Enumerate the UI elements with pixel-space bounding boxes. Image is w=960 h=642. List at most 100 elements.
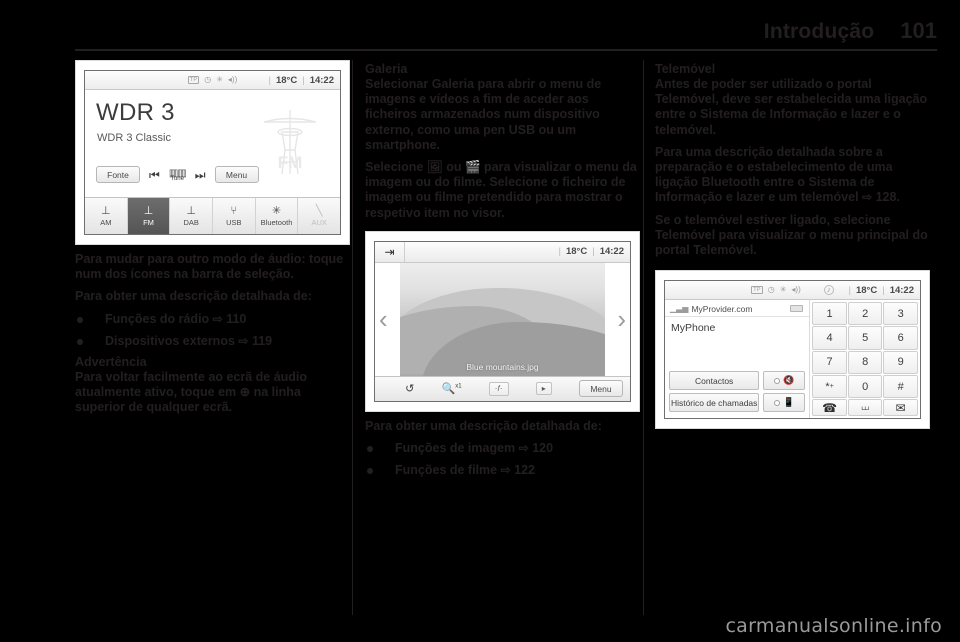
slideshow-icon[interactable]: ▸ <box>535 382 552 396</box>
bluetooth-icon: ✳ <box>271 204 282 217</box>
gallery-status-bar: ⇥ | 18°C | 14:22 <box>375 241 630 263</box>
paragraph-telemovel-bluetooth: Para uma descrição detalhada sobre a pre… <box>655 145 930 206</box>
list-item: Funções do rádio ⇨ 110 <box>75 311 350 328</box>
source-aux[interactable]: ╲ AUX <box>298 198 340 234</box>
figure-phone-screen: TP ◷ ✳ ◂)) ♪ | 18°C | 14:22 ▁▃▅ MyProvid… <box>655 270 930 430</box>
station-subtitle: WDR 3 Classic <box>97 132 171 144</box>
antenna-icon: ⊥ <box>101 204 111 217</box>
paragraph-galeria-intro: Selecionar Galeria para abrir o menu de … <box>365 77 602 152</box>
rotate-icon[interactable]: ↺ <box>405 382 414 395</box>
source-bluetooth[interactable]: ✳ Bluetooth <box>256 198 299 234</box>
radio-status-bar: TP ◷ ✳ ◂)) | 18°C | 14:22 <box>85 71 340 90</box>
call-history-button[interactable]: Histórico de chamadas <box>669 393 760 413</box>
source-usb[interactable]: ⑂ USB <box>213 198 256 234</box>
antenna-icon: ⊥ <box>186 204 196 217</box>
next-track-icon[interactable]: ⏭ <box>195 169 206 181</box>
source-button[interactable]: Fonte <box>96 166 140 183</box>
radio-main-area: WDR 3 WDR 3 Classic FM Fonte ⏮ ▥▥ Tune ⏭… <box>85 90 340 197</box>
gallery-screen: ⇥ | 18°C | 14:22 ‹ › Blue mountains.jpg … <box>375 241 630 401</box>
key-5[interactable]: 5 <box>847 326 883 350</box>
reference-page: 128. <box>875 190 900 205</box>
key-0[interactable]: 0 <box>847 374 883 399</box>
page-reference: ⇨ 120 <box>519 440 553 457</box>
reference-label: Dispositivos externos <box>105 333 235 348</box>
column-left: TP ◷ ✳ ◂)) | 18°C | 14:22 WDR 3 WDR 3 Cl… <box>75 60 350 415</box>
tune-icon[interactable]: ▥▥ Tune <box>169 168 187 182</box>
text-fragment: Para uma descrição detalhada sobre a pre… <box>655 144 893 205</box>
movie-icon: 🎬 <box>464 160 481 175</box>
page-header: Introdução 101 <box>75 18 937 44</box>
key-hash[interactable]: # <box>883 374 918 399</box>
bluetooth-icon: ✳ <box>216 75 223 84</box>
reference-label: Funções de imagem <box>395 441 516 456</box>
toggle-indicator <box>774 377 781 384</box>
handset-transfer-button[interactable]: 📱 <box>763 393 806 413</box>
header-divider <box>75 49 937 51</box>
status-separator-1: | <box>848 285 851 297</box>
provider-row: ▁▃▅ MyProvider.com <box>665 300 810 318</box>
call-button[interactable]: ☎ <box>812 399 847 417</box>
key-6[interactable]: 6 <box>883 326 918 350</box>
source-fm[interactable]: ⊥ FM <box>127 198 171 234</box>
temperature-readout: 18°C <box>275 75 298 86</box>
clock-icon: ◷ <box>204 75 212 84</box>
mute-toggle-button[interactable]: 🔇 <box>763 371 806 391</box>
displayed-image[interactable]: Blue mountains.jpg <box>400 262 605 376</box>
paragraph-detailed-desc: Para obter uma descrição detalhada de: <box>75 289 312 304</box>
menu-button[interactable]: Menu <box>214 166 259 183</box>
speaker-icon: ◂)) <box>791 285 801 295</box>
key-plus-label: + <box>829 383 834 391</box>
history-row: Histórico de chamadas 📱 <box>669 393 806 413</box>
next-image-chevron-icon[interactable]: › <box>617 306 626 332</box>
page-number: 101 <box>900 18 937 43</box>
key-star[interactable]: * + <box>812 374 847 399</box>
key-1[interactable]: 1 <box>812 302 847 326</box>
source-label: AM <box>100 217 112 227</box>
previous-image-chevron-icon[interactable]: ‹ <box>379 306 388 332</box>
home-icon: ⊕ <box>239 384 251 399</box>
reference-page: 119 <box>251 333 273 348</box>
gallery-menu-button[interactable]: Menu <box>578 380 623 398</box>
bullet-dot <box>77 338 83 345</box>
source-label: DAB <box>183 217 199 227</box>
prev-track-icon[interactable]: ⏮ <box>149 169 160 181</box>
reference-list-gallery: Funções de imagem ⇨ 120 Funções de filme… <box>365 440 640 479</box>
hangup-button[interactable]: ⏙ <box>847 399 883 417</box>
handset-transfer-icon: 📱 <box>783 397 795 408</box>
bluetooth-icon: ✳ <box>779 285 787 295</box>
aux-plug-icon: ╲ <box>315 204 323 217</box>
key-4[interactable]: 4 <box>812 326 847 350</box>
source-dab[interactable]: ⊥ DAB <box>170 198 214 234</box>
key-8[interactable]: 8 <box>847 350 883 374</box>
list-item: Funções de imagem ⇨ 120 <box>365 440 640 457</box>
contacts-button[interactable]: Contactos <box>669 371 760 391</box>
key-3[interactable]: 3 <box>883 302 918 326</box>
section-heading-galeria: Galeria <box>365 62 408 76</box>
phone-device-name: MyPhone <box>671 322 716 335</box>
effects-icon[interactable]: ·𝑓· <box>488 381 509 396</box>
source-selection-bar: ⊥ AM ⊥ FM ⊥ DAB ⑂ USB ✳ Bluetooth ╲ AUX <box>85 197 340 234</box>
status-separator-2: | <box>302 75 305 86</box>
reference-page: 120 <box>532 441 554 456</box>
source-am[interactable]: ⊥ AM <box>85 198 128 234</box>
bullet-dot <box>77 316 83 323</box>
source-label: FM <box>143 217 154 227</box>
key-2[interactable]: 2 <box>847 302 883 326</box>
column-divider-1 <box>352 60 353 615</box>
usb-icon: ⑂ <box>230 204 238 217</box>
paragraph-audio-mode: Para mudar para outro modo de áudio: toq… <box>75 252 344 282</box>
radio-screen: TP ◷ ✳ ◂)) | 18°C | 14:22 WDR 3 WDR 3 Cl… <box>85 71 340 234</box>
status-icon-group: TP ◷ ✳ ◂)) <box>187 75 237 84</box>
back-arrow-icon[interactable]: ⇥ <box>375 241 405 262</box>
key-7[interactable]: 7 <box>812 350 847 374</box>
zoom-level-label: x1 <box>455 383 462 390</box>
key-9[interactable]: 9 <box>883 350 918 374</box>
voicemail-button[interactable]: ✉ <box>883 399 918 417</box>
status-readouts: | 18°C | 14:22 <box>559 242 624 261</box>
status-separator-2: | <box>882 285 885 297</box>
provider-name: MyProvider.com <box>691 304 753 315</box>
status-separator-2: | <box>592 245 595 257</box>
zoom-x1-icon[interactable]: 🔍x1 <box>442 382 462 395</box>
arrow-icon: ⇨ <box>518 441 529 456</box>
section-heading-telemovel: Telemóvel <box>655 62 716 76</box>
